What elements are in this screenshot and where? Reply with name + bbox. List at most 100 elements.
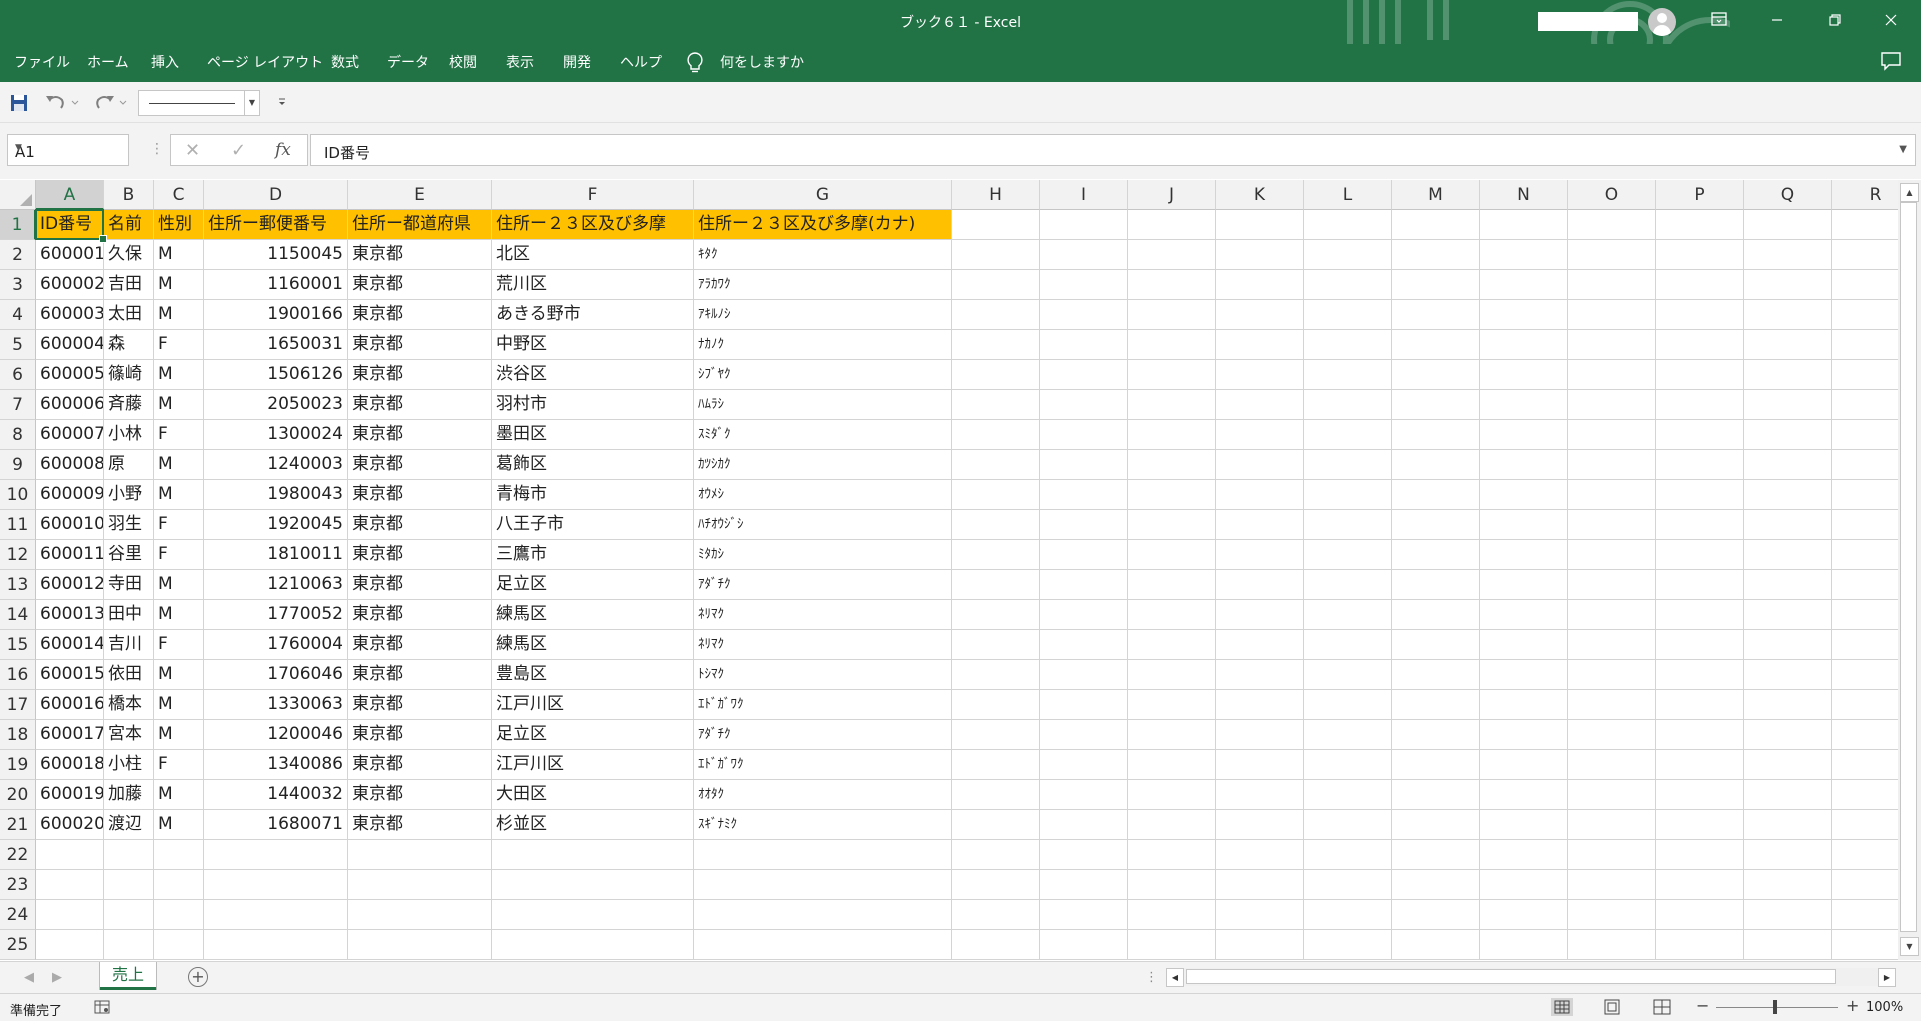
grid-cell[interactable] — [1304, 300, 1392, 330]
grid-cell[interactable]: 600017 — [36, 720, 104, 750]
grid-cell[interactable] — [1568, 660, 1656, 690]
grid-cell[interactable] — [1832, 510, 1898, 540]
grid-cell[interactable]: 1150045 — [204, 240, 348, 270]
grid-cell[interactable] — [1656, 450, 1744, 480]
tell-me-box[interactable]: 何をしますか — [720, 52, 804, 72]
grid-cell[interactable] — [1656, 720, 1744, 750]
grid-cell[interactable]: ｴﾄﾞｶﾞﾜｸ — [694, 690, 952, 720]
grid-cell[interactable] — [1304, 720, 1392, 750]
grid-cell[interactable] — [1128, 840, 1216, 870]
grid-cell[interactable] — [1040, 360, 1128, 390]
row-header[interactable]: 18 — [0, 720, 36, 750]
sheet-tab-active[interactable]: 売上 — [100, 962, 156, 990]
row-header[interactable]: 7 — [0, 390, 36, 420]
grid-cell[interactable]: 1650031 — [204, 330, 348, 360]
grid-cell[interactable] — [1040, 330, 1128, 360]
formula-input[interactable]: ID番号 ▼ — [310, 134, 1916, 166]
column-title-cell[interactable]: 住所ー郵便番号 — [204, 210, 348, 240]
grid-cell[interactable] — [1216, 480, 1304, 510]
grid-cell[interactable] — [952, 240, 1040, 270]
grid-cell[interactable] — [1568, 390, 1656, 420]
grid-cell[interactable] — [1832, 930, 1898, 960]
undo-dropdown-icon[interactable] — [70, 90, 80, 114]
grid-cell[interactable] — [1480, 780, 1568, 810]
grid-cell[interactable] — [1040, 480, 1128, 510]
grid-cell[interactable]: 1680071 — [204, 810, 348, 840]
grid-cell[interactable] — [1480, 450, 1568, 480]
grid-cell[interactable] — [36, 870, 104, 900]
grid-cell[interactable] — [1568, 240, 1656, 270]
grid-cell[interactable] — [952, 630, 1040, 660]
grid-cell[interactable]: 1300024 — [204, 420, 348, 450]
grid-cell[interactable] — [1744, 630, 1832, 660]
grid-cell[interactable]: ﾐﾀｶｼ — [694, 540, 952, 570]
grid-cell[interactable]: M — [154, 690, 204, 720]
grid-cell[interactable] — [1040, 570, 1128, 600]
grid-cell[interactable]: 東京都 — [348, 450, 492, 480]
column-header-f[interactable]: F — [492, 180, 694, 210]
grid-cell[interactable] — [1216, 270, 1304, 300]
cancel-icon[interactable]: ✕ — [185, 140, 200, 161]
formula-bar-grip-icon[interactable]: ⋮ — [150, 141, 164, 157]
grid-cell[interactable]: 加藤 — [104, 780, 154, 810]
grid-cell[interactable] — [1480, 240, 1568, 270]
grid-cell[interactable] — [1392, 450, 1480, 480]
grid-cell[interactable] — [1040, 750, 1128, 780]
grid-cell[interactable]: 600016 — [36, 690, 104, 720]
grid-cell[interactable]: あきる野市 — [492, 300, 694, 330]
grid-cell[interactable] — [1304, 480, 1392, 510]
grid-cell[interactable] — [1656, 210, 1744, 240]
grid-cell[interactable] — [1568, 900, 1656, 930]
grid-cell[interactable] — [952, 420, 1040, 450]
column-header-r[interactable]: R — [1832, 180, 1898, 210]
grid-cell[interactable] — [694, 900, 952, 930]
grid-cell[interactable] — [1744, 810, 1832, 840]
grid-cell[interactable] — [1744, 510, 1832, 540]
grid-cell[interactable] — [1744, 450, 1832, 480]
grid-cell[interactable] — [1216, 630, 1304, 660]
grid-cell[interactable] — [952, 900, 1040, 930]
row-header[interactable]: 13 — [0, 570, 36, 600]
minimize-icon[interactable] — [1762, 8, 1792, 34]
grid-cell[interactable] — [1392, 210, 1480, 240]
grid-cell[interactable] — [104, 870, 154, 900]
grid-cell[interactable]: 江戸川区 — [492, 750, 694, 780]
grid-cell[interactable] — [1128, 630, 1216, 660]
horizontal-scroll-thumb[interactable] — [1186, 969, 1836, 984]
grid-cell[interactable] — [1128, 480, 1216, 510]
grid-cell[interactable] — [154, 930, 204, 960]
grid-cell[interactable] — [1304, 390, 1392, 420]
chevron-down-icon[interactable]: ▼ — [15, 143, 124, 153]
page-break-preview-icon[interactable] — [1651, 998, 1673, 1016]
grid-cell[interactable] — [1392, 510, 1480, 540]
grid-cell[interactable] — [1216, 510, 1304, 540]
grid-cell[interactable] — [1744, 600, 1832, 630]
grid-cell[interactable] — [952, 780, 1040, 810]
grid-cell[interactable] — [1480, 840, 1568, 870]
grid-cell[interactable] — [1656, 840, 1744, 870]
tab-page-layout[interactable]: ページ レイアウト — [207, 52, 323, 72]
grid-cell[interactable] — [1568, 720, 1656, 750]
grid-cell[interactable] — [952, 390, 1040, 420]
grid-cell[interactable]: 1330063 — [204, 690, 348, 720]
grid-cell[interactable] — [1744, 270, 1832, 300]
grid-cell[interactable] — [1128, 660, 1216, 690]
grid-cell[interactable] — [1568, 330, 1656, 360]
undo-icon[interactable] — [44, 90, 68, 114]
grid-cell[interactable] — [1568, 840, 1656, 870]
grid-cell[interactable] — [952, 690, 1040, 720]
grid-cell[interactable] — [1568, 930, 1656, 960]
grid-cell[interactable] — [1216, 660, 1304, 690]
grid-cell[interactable]: 1810011 — [204, 540, 348, 570]
grid-cell[interactable] — [104, 900, 154, 930]
grid-cell[interactable] — [204, 840, 348, 870]
grid-cell[interactable] — [1304, 540, 1392, 570]
grid-cell[interactable] — [1832, 900, 1898, 930]
grid-cell[interactable] — [1128, 600, 1216, 630]
grid-cell[interactable]: 羽村市 — [492, 390, 694, 420]
zoom-slider[interactable] — [1716, 1007, 1838, 1008]
grid-cell[interactable] — [1568, 420, 1656, 450]
grid-cell[interactable]: 600009 — [36, 480, 104, 510]
grid-cell[interactable] — [1216, 900, 1304, 930]
grid-cell[interactable]: 1900166 — [204, 300, 348, 330]
